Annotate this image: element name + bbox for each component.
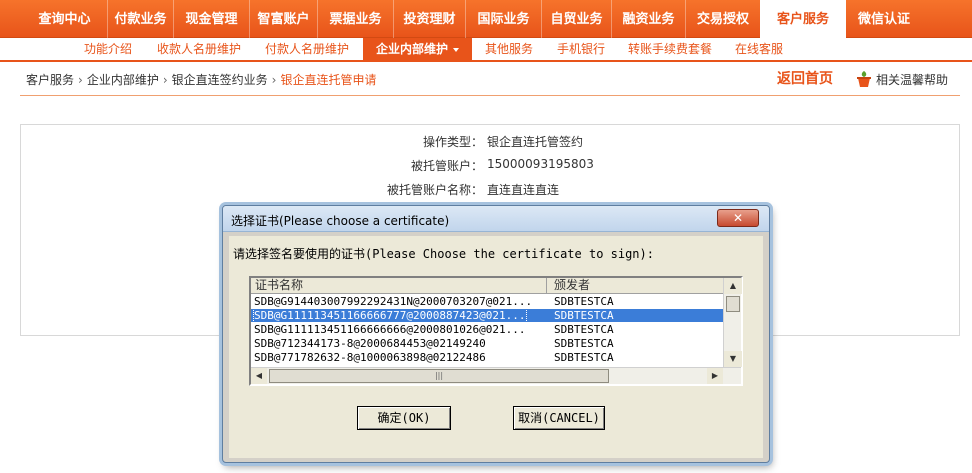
tab-investment[interactable]: 投资理财	[394, 0, 466, 38]
breadcrumb-current: 银企直连托管申请	[280, 73, 377, 87]
subnav-internal-maintenance[interactable]: 企业内部维护	[363, 38, 472, 60]
vertical-scroll-thumb[interactable]	[726, 296, 740, 312]
horizontal-scroll-thumb[interactable]: |||	[269, 369, 609, 383]
horizontal-scrollbar[interactable]: ◀ ||| ▶	[251, 367, 741, 384]
list-item[interactable]: SDB@G111113451166666666@2000801026@021..…	[251, 323, 723, 336]
scroll-left-icon[interactable]: ◀	[251, 368, 267, 384]
return-home-link[interactable]: 返回首页	[777, 68, 833, 88]
tab-query-center[interactable]: 查询中心	[22, 0, 108, 38]
tab-payment[interactable]: 付款业务	[108, 0, 174, 38]
form-row-account-name: 被托管账户名称： 直连直连直连	[21, 181, 961, 201]
subnav-fee-package[interactable]: 转账手续费套餐	[622, 38, 718, 60]
chevron-right-icon: ›	[78, 73, 83, 87]
ok-button[interactable]: 确定(OK)	[357, 406, 451, 430]
certificate-name: SDB@712344173-8@2000684453@02149240	[254, 337, 486, 350]
scroll-down-icon[interactable]: ▼	[724, 351, 742, 367]
caret-down-icon	[453, 47, 459, 52]
close-button[interactable]: ✕	[717, 209, 759, 227]
tab-wealth-account[interactable]: 智富账户	[250, 0, 318, 38]
list-item[interactable]: SDB@712344173-8@2000684453@02149240 SDBT…	[251, 337, 723, 350]
form-label: 操作类型：	[422, 135, 483, 149]
certificate-issuer: SDBTESTCA	[554, 337, 614, 350]
top-nav: 查询中心 付款业务 现金管理 智富账户 票据业务 投资理财 国际业务 自贸业务 …	[0, 0, 972, 39]
dialog-titlebar[interactable]: 选择证书(Please choose a certificate) ✕	[223, 206, 769, 232]
breadcrumb: 客户服务 › 企业内部维护 › 银企直连签约业务 › 银企直连托管申请	[26, 71, 377, 88]
subnav-online-support[interactable]: 在线客服	[728, 38, 790, 60]
subnav-payee-list[interactable]: 收款人名册维护	[150, 38, 248, 60]
subnav-mobile-banking[interactable]: 手机银行	[550, 38, 612, 60]
help-link[interactable]: 相关温馨帮助	[856, 70, 948, 91]
certificate-issuer: SDBTESTCA	[554, 309, 614, 322]
tab-bill[interactable]: 票据业务	[318, 0, 394, 38]
tab-customer-service[interactable]: 客户服务	[760, 0, 846, 39]
breadcrumb-bar: 客户服务 › 企业内部维护 › 银企直连签约业务 › 银企直连托管申请 返回首页 相关温馨帮…	[20, 62, 960, 96]
sub-nav: 功能介绍 收款人名册维护 付款人名册维护 企业内部维护 其他服务 手机银行 转账…	[0, 38, 972, 62]
tab-financing[interactable]: 融资业务	[612, 0, 686, 38]
column-header-issuer[interactable]: 颁发者	[548, 278, 723, 294]
subnav-payer-list[interactable]: 付款人名册维护	[258, 38, 356, 60]
tab-free-trade[interactable]: 自贸业务	[542, 0, 612, 38]
subnav-internal-maintenance-label: 企业内部维护	[375, 42, 448, 56]
column-header-name[interactable]: 证书名称	[251, 278, 547, 294]
certificate-name: SDB@G111113451166666666@2000801026@021..…	[254, 323, 526, 336]
form-value: 直连直连直连	[487, 183, 560, 197]
chevron-right-icon: ›	[271, 73, 277, 87]
cancel-button[interactable]: 取消(CANCEL)	[513, 406, 605, 430]
chevron-right-icon: ›	[162, 73, 168, 87]
tab-transaction-auth[interactable]: 交易授权	[686, 0, 760, 38]
list-header: 证书名称 颁发者	[251, 278, 723, 294]
certificate-name: SDB@G111113451166666777@2000887423@021..…	[253, 308, 527, 323]
certificate-name: SDB@G914403007992292431N@2000703207@021.…	[254, 295, 533, 308]
certificate-list[interactable]: 证书名称 颁发者 SDB@G914403007992292431N@200070…	[249, 276, 743, 386]
subnav-other-services[interactable]: 其他服务	[478, 38, 540, 60]
breadcrumb-item[interactable]: 银企直连签约业务	[172, 73, 268, 87]
form-value: 银企直连托管签约	[487, 135, 584, 149]
form-value: 15000093195803	[487, 157, 594, 171]
vertical-scrollbar[interactable]: ▲ ▼	[723, 278, 742, 367]
dialog-prompt: 请选择签名要使用的证书(Please Choose the certificat…	[233, 247, 654, 261]
help-link-label: 相关温馨帮助	[876, 73, 949, 87]
close-icon: ✕	[732, 211, 744, 225]
breadcrumb-item[interactable]: 客户服务	[26, 73, 74, 87]
certificate-issuer: SDBTESTCA	[554, 351, 614, 364]
certificate-name: SDB@771782632-8@1000063898@02122486	[254, 351, 486, 364]
subnav-intro[interactable]: 功能介绍	[76, 38, 140, 60]
certificate-issuer: SDBTESTCA	[554, 323, 614, 336]
dialog-body: 请选择签名要使用的证书(Please Choose the certificat…	[229, 236, 763, 458]
dialog-title: 选择证书(Please choose a certificate)	[231, 214, 450, 228]
list-item[interactable]: SDB@G914403007992292431N@2000703207@021.…	[251, 295, 723, 308]
scroll-right-icon[interactable]: ▶	[707, 368, 723, 384]
tab-international[interactable]: 国际业务	[466, 0, 542, 38]
breadcrumb-item[interactable]: 企业内部维护	[87, 73, 159, 87]
certificate-issuer: SDBTESTCA	[554, 295, 614, 308]
tab-cash-management[interactable]: 现金管理	[174, 0, 250, 38]
list-item-selected[interactable]: SDB@G111113451166666777@2000887423@021..…	[251, 308, 723, 323]
tab-wechat-auth[interactable]: 微信认证	[846, 0, 922, 38]
form-row-account: 被托管账户： 15000093195803	[21, 157, 961, 177]
flower-pot-icon	[856, 70, 872, 91]
form-label: 被托管账户名称：	[386, 183, 483, 197]
scroll-up-icon[interactable]: ▲	[724, 278, 742, 294]
form-row-operation-type: 操作类型： 银企直连托管签约	[21, 133, 961, 153]
certificate-dialog: 选择证书(Please choose a certificate) ✕ 请选择签…	[222, 205, 770, 463]
list-item[interactable]: SDB@771782632-8@1000063898@02122486 SDBT…	[251, 351, 723, 364]
form-label: 被托管账户：	[410, 159, 483, 173]
